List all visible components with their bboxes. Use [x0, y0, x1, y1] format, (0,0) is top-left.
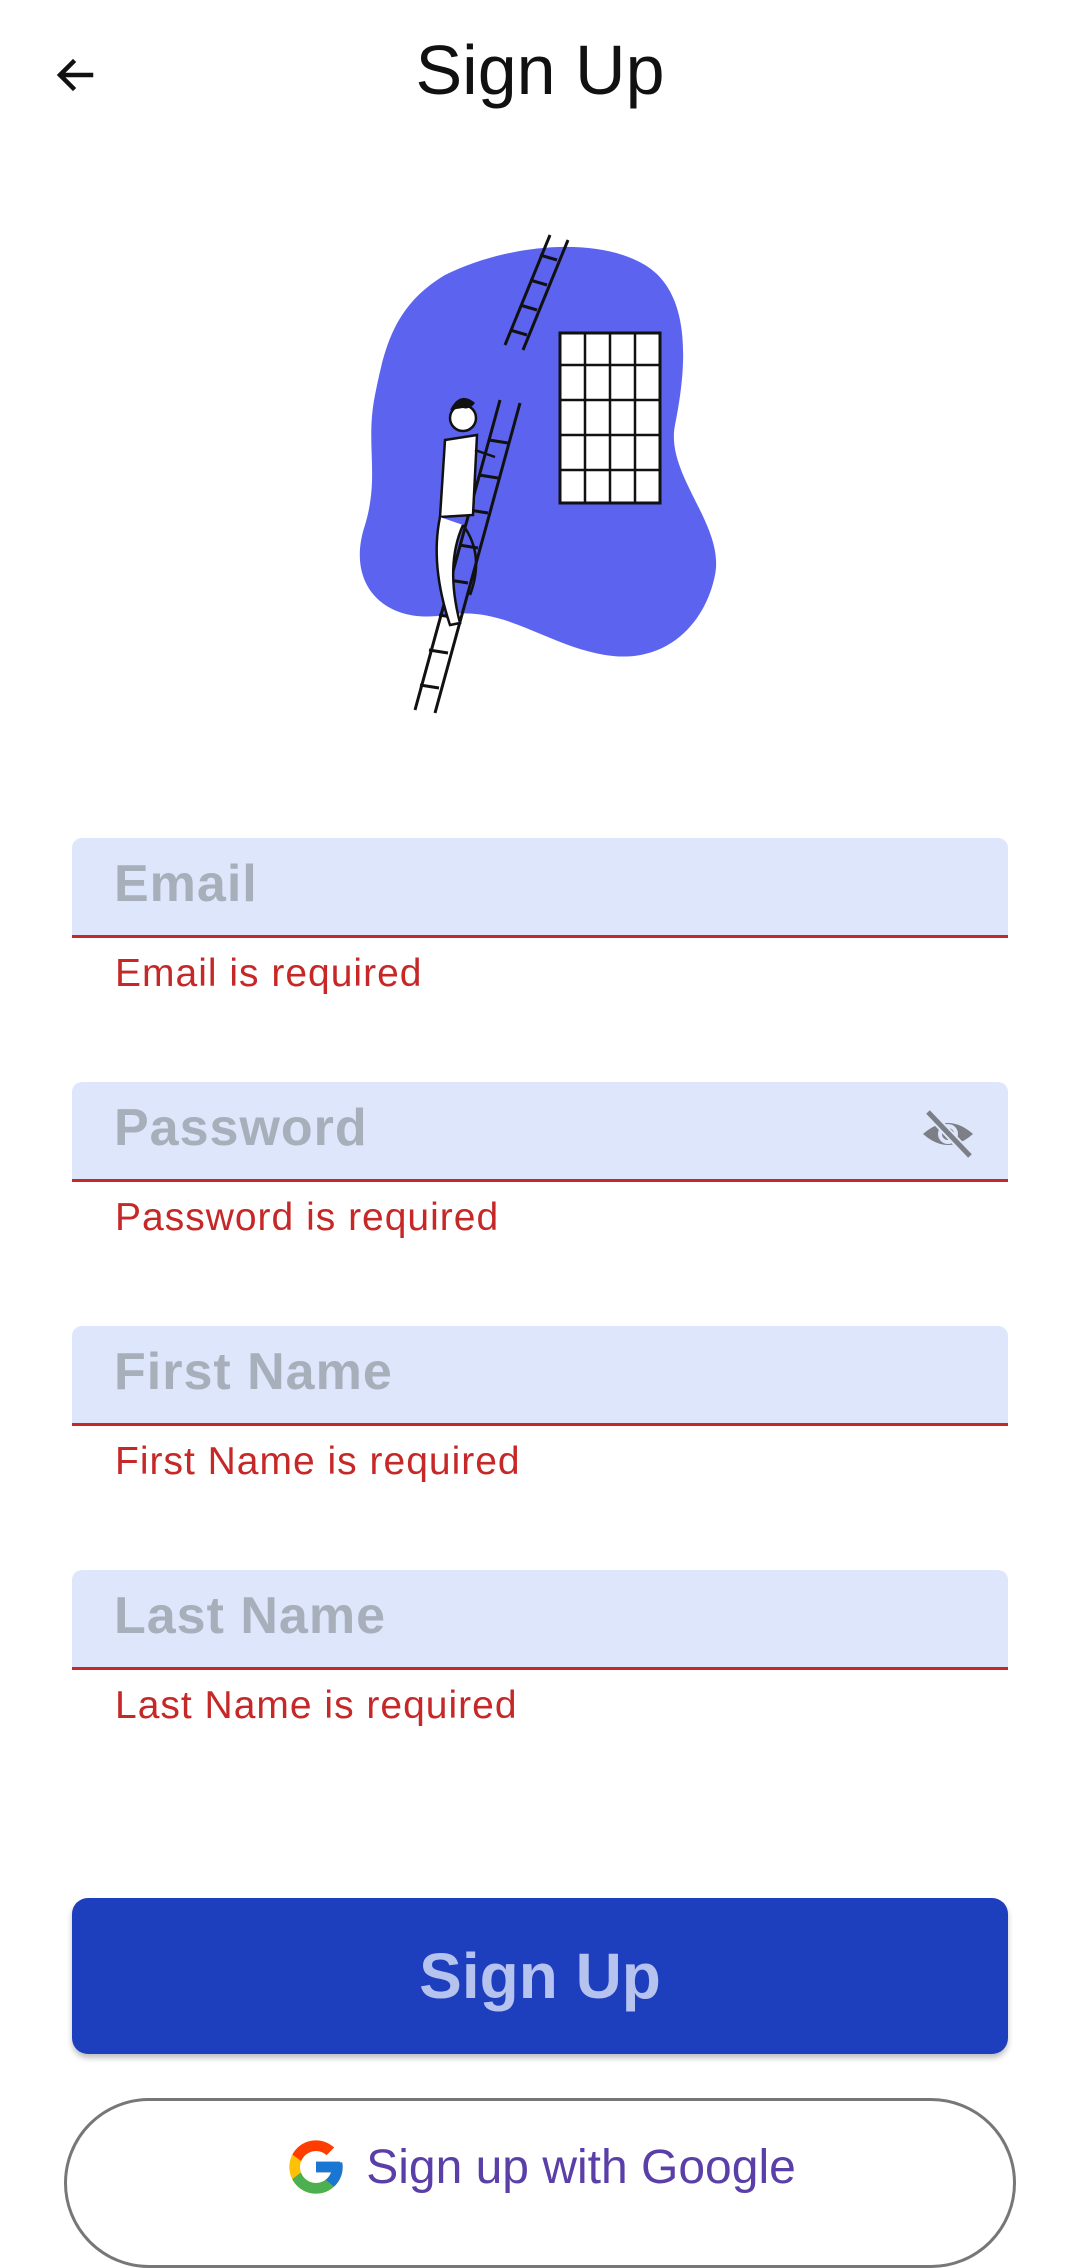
- sign-up-button-label: Sign Up: [419, 1940, 661, 2012]
- last-name-field[interactable]: Last Name: [72, 1570, 1008, 1670]
- password-field[interactable]: Password: [72, 1082, 1008, 1182]
- password-error: Password is required: [115, 1196, 500, 1239]
- first-name-field[interactable]: First Name: [72, 1326, 1008, 1426]
- password-placeholder: Password: [114, 1099, 368, 1157]
- page-title: Sign Up: [415, 31, 665, 109]
- first-name-error: First Name is required: [115, 1440, 521, 1483]
- ladder-climber-illustration: [359, 234, 717, 714]
- google-button-label: Sign up with Google: [366, 2140, 796, 2194]
- email-field[interactable]: Email: [72, 838, 1008, 938]
- email-error: Email is required: [115, 952, 423, 995]
- google-button-content: Sign up with Google: [67, 2135, 1013, 2199]
- first-name-placeholder: First Name: [114, 1343, 393, 1401]
- google-icon: [289, 2140, 343, 2194]
- app-bar: Sign Up: [0, 0, 1080, 150]
- sign-up-button[interactable]: Sign Up: [72, 1898, 1008, 2054]
- last-name-error: Last Name is required: [115, 1684, 518, 1727]
- email-placeholder: Email: [114, 855, 258, 913]
- google-sign-up-button[interactable]: Sign up with Google: [64, 2098, 1016, 2268]
- eye-off-icon[interactable]: [918, 1104, 978, 1164]
- last-name-placeholder: Last Name: [114, 1587, 386, 1645]
